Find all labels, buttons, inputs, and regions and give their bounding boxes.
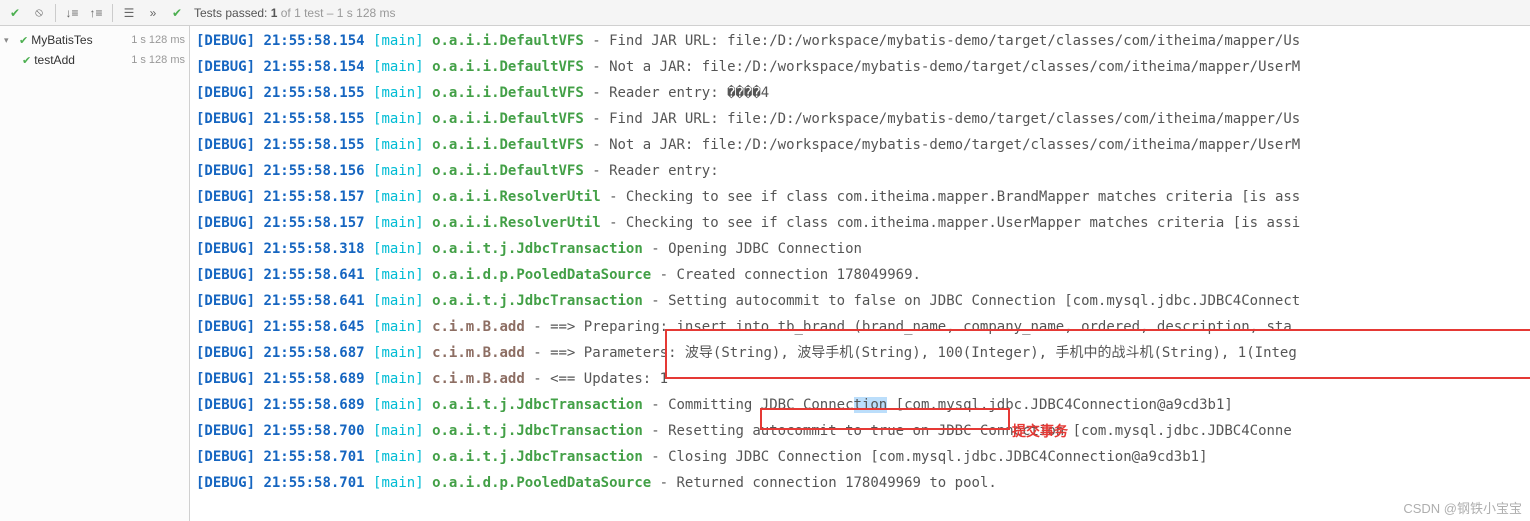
log-line: [DEBUG] 21:55:58.154 [main] o.a.i.i.Defa… (196, 28, 1530, 54)
log-line: [DEBUG] 21:55:58.689 [main] c.i.m.B.add … (196, 366, 1530, 392)
main-area: ▾ ✔ MyBatisTes 1 s 128 ms ✔ testAdd 1 s … (0, 26, 1530, 521)
log-line: [DEBUG] 21:55:58.645 [main] c.i.m.B.add … (196, 314, 1530, 340)
tree-label: MyBatisTes (31, 33, 92, 47)
separator (55, 4, 56, 22)
log-line: [DEBUG] 21:55:58.701 [main] o.a.i.d.p.Po… (196, 470, 1530, 496)
watermark: CSDN @钢铁小宝宝 (1403, 498, 1522, 517)
tree-item-method[interactable]: ✔ testAdd 1 s 128 ms (0, 50, 189, 70)
log-line: [DEBUG] 21:55:58.641 [main] o.a.i.t.j.Jd… (196, 288, 1530, 314)
status-pass-icon: ✔ (166, 2, 188, 24)
log-line: [DEBUG] 21:55:58.156 [main] o.a.i.i.Defa… (196, 158, 1530, 184)
log-line: [DEBUG] 21:55:58.700 [main] o.a.i.t.j.Jd… (196, 418, 1530, 444)
log-line: [DEBUG] 21:55:58.701 [main] o.a.i.t.j.Jd… (196, 444, 1530, 470)
tree-label: testAdd (34, 53, 75, 67)
tree-item-class[interactable]: ▾ ✔ MyBatisTes 1 s 128 ms (0, 30, 189, 50)
filter-icon[interactable]: ☰ (118, 2, 140, 24)
log-line: [DEBUG] 21:55:58.155 [main] o.a.i.i.Defa… (196, 106, 1530, 132)
test-tree: ▾ ✔ MyBatisTes 1 s 128 ms ✔ testAdd 1 s … (0, 26, 190, 521)
run-pass-icon[interactable]: ✔ (4, 2, 26, 24)
log-line: [DEBUG] 21:55:58.689 [main] o.a.i.t.j.Jd… (196, 392, 1530, 418)
more-icon[interactable]: » (142, 2, 164, 24)
annotation-text: 提交事务 (1012, 418, 1068, 444)
log-line: [DEBUG] 21:55:58.157 [main] o.a.i.i.Reso… (196, 184, 1530, 210)
log-line: [DEBUG] 21:55:58.641 [main] o.a.i.d.p.Po… (196, 262, 1530, 288)
pass-icon: ✔ (22, 54, 31, 67)
pass-icon: ✔ (19, 34, 28, 47)
separator (112, 4, 113, 22)
stop-icon[interactable]: ⦸ (28, 2, 50, 24)
log-line: [DEBUG] 21:55:58.154 [main] o.a.i.i.Defa… (196, 54, 1530, 80)
test-toolbar: ✔ ⦸ ↓≡ ↑≡ ☰ » ✔ Tests passed: 1 of 1 tes… (0, 0, 1530, 26)
collapse-icon[interactable]: ▾ (4, 35, 16, 46)
log-line: [DEBUG] 21:55:58.318 [main] o.a.i.t.j.Jd… (196, 236, 1530, 262)
tree-time: 1 s 128 ms (131, 54, 185, 66)
sort-down-icon[interactable]: ↓≡ (61, 2, 83, 24)
sort-up-icon[interactable]: ↑≡ (85, 2, 107, 24)
console-output[interactable]: 提交事务 [DEBUG] 21:55:58.154 [main] o.a.i.i… (190, 26, 1530, 521)
log-line: [DEBUG] 21:55:58.155 [main] o.a.i.i.Defa… (196, 80, 1530, 106)
tree-time: 1 s 128 ms (131, 34, 185, 46)
log-line: [DEBUG] 21:55:58.157 [main] o.a.i.i.Reso… (196, 210, 1530, 236)
log-line: [DEBUG] 21:55:58.155 [main] o.a.i.i.Defa… (196, 132, 1530, 158)
log-line: [DEBUG] 21:55:58.687 [main] c.i.m.B.add … (196, 340, 1530, 366)
test-status-text: Tests passed: 1 of 1 test – 1 s 128 ms (194, 6, 396, 20)
